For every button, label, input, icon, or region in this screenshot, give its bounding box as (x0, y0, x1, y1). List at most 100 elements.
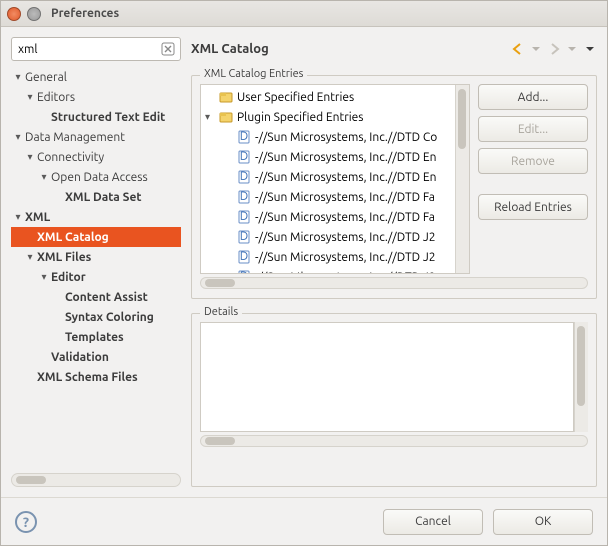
tree-item[interactable]: XML Data Set (11, 187, 181, 207)
tree-item[interactable]: ▾Data Management (11, 127, 181, 147)
tree-item[interactable]: Templates (11, 327, 181, 347)
preferences-window: Preferences ▾General▾EditorsStructured T… (0, 0, 608, 546)
dtd-icon: D (237, 230, 251, 244)
help-icon[interactable]: ? (15, 511, 37, 533)
tree-item[interactable]: Syntax Coloring (11, 307, 181, 327)
entries-buttons: Add... Edit... Remove Reload Entries (478, 84, 588, 274)
tree-item[interactable]: ▾XML (11, 207, 181, 227)
details-group: Details (191, 313, 597, 487)
tree-item-label: Open Data Access (49, 171, 148, 184)
edit-button[interactable]: Edit... (478, 116, 588, 142)
folder-icon (219, 110, 233, 124)
minimize-icon[interactable] (27, 7, 41, 21)
search-input[interactable] (11, 37, 181, 61)
chevron-down-icon: ▾ (25, 251, 35, 263)
right-pane: XML Catalog XML Catalog Entries User Spe… (191, 37, 597, 487)
entries-legend: XML Catalog Entries (200, 68, 307, 80)
svg-text:D: D (240, 270, 248, 273)
dtd-icon: D (237, 170, 251, 184)
close-icon[interactable] (7, 7, 21, 21)
left-pane: ▾General▾EditorsStructured Text Edit▾Dat… (11, 37, 181, 487)
list-item[interactable]: D-//Sun Microsystems, Inc.//DTD Fa (201, 187, 455, 207)
chevron-down-icon: ▾ (25, 151, 35, 163)
reload-entries-button[interactable]: Reload Entries (478, 194, 588, 220)
cancel-button[interactable]: Cancel (383, 509, 483, 535)
details-vscrollbar[interactable] (574, 322, 588, 432)
list-item-label: Plugin Specified Entries (237, 111, 364, 124)
tree-item[interactable]: ▾Editor (11, 267, 181, 287)
svg-text:D: D (240, 230, 248, 243)
list-item[interactable]: D-//Sun Microsystems, Inc.//DTD En (201, 147, 455, 167)
tree-item[interactable]: XML Schema Files (11, 367, 181, 387)
dtd-icon: D (237, 250, 251, 264)
tree-item[interactable]: ▾Connectivity (11, 147, 181, 167)
tree-item[interactable]: Content Assist (11, 287, 181, 307)
tree-item-label: Editor (49, 271, 86, 284)
dtd-icon: D (237, 190, 251, 204)
list-item-label: -//Sun Microsystems, Inc.//DTD Fa (255, 211, 435, 224)
chevron-icon: ▾ (205, 111, 215, 123)
list-item[interactable]: D -//Sun Microsystems, Inc.//DTD J2 (201, 227, 455, 247)
chevron-down-icon: ▾ (13, 211, 23, 223)
svg-text:D: D (240, 130, 248, 143)
folder-icon (219, 90, 233, 104)
list-item-label: -//Sun Microsystems, Inc.//DTD J2 (255, 231, 436, 244)
chevron-down-icon: ▾ (13, 71, 23, 83)
list-item-label: -//Sun Microsystems, Inc.//DTD Co (255, 131, 437, 144)
list-item[interactable]: ▾ Plugin Specified Entries (201, 107, 455, 127)
details-legend: Details (200, 306, 242, 318)
svg-text:D: D (240, 210, 248, 223)
list-item-label: User Specified Entries (237, 91, 354, 104)
back-icon[interactable] (511, 42, 525, 56)
tree-item[interactable]: Structured Text Edit (11, 107, 181, 127)
back-menu-icon[interactable] (529, 42, 543, 56)
tree-item-label: XML Files (35, 251, 91, 264)
tree-item[interactable]: XML Catalog (11, 227, 181, 247)
svg-text:D: D (240, 170, 248, 183)
svg-text:D: D (240, 250, 248, 263)
entries-hscrollbar[interactable] (200, 276, 588, 290)
entries-group: XML Catalog Entries User Specified Entri… (191, 75, 597, 299)
tree-item[interactable]: ▾XML Files (11, 247, 181, 267)
chevron-down-icon: ▾ (39, 171, 49, 183)
dtd-icon: D (237, 210, 251, 224)
tree-item-label: Data Management (23, 131, 125, 144)
tree-item-label: Syntax Coloring (63, 311, 154, 324)
details-hscrollbar[interactable] (200, 434, 588, 448)
forward-menu-icon[interactable] (565, 42, 579, 56)
list-item[interactable]: D -//Sun Microsystems, Inc.//DTD Fa (201, 207, 455, 227)
tree-item[interactable]: ▾Editors (11, 87, 181, 107)
list-item-label: -//Sun Microsystems, Inc.//DTD J2 (255, 251, 436, 264)
tree-item-label: XML (23, 211, 50, 224)
page-nav (511, 42, 597, 56)
tree-item-label: Connectivity (35, 151, 104, 164)
tree-item[interactable]: ▾General (11, 67, 181, 87)
tree-hscrollbar[interactable] (11, 473, 181, 487)
entries-vscrollbar[interactable] (455, 85, 469, 273)
entries-list[interactable]: User Specified Entries ▾ Plugin Specified … (200, 84, 470, 274)
list-item[interactable]: User Specified Entries (201, 87, 455, 107)
list-item[interactable]: D -//Sun Microsystems, Inc.//DTD J2 (201, 247, 455, 267)
remove-button[interactable]: Remove (478, 148, 588, 174)
tree-item-label: XML Schema Files (35, 371, 138, 384)
preference-tree[interactable]: ▾General▾EditorsStructured Text Edit▾Dat… (11, 67, 181, 469)
page-title: XML Catalog (191, 42, 269, 56)
dtd-icon: D (237, 150, 251, 164)
list-item[interactable]: D-//Sun Microsystems, Inc.//DTD J2 (201, 267, 455, 273)
svg-text:D: D (240, 190, 248, 203)
view-menu-icon[interactable] (583, 42, 597, 56)
window-title: Preferences (51, 7, 119, 20)
chevron-down-icon: ▾ (13, 131, 23, 143)
tree-item-label: Validation (49, 351, 109, 364)
tree-item-label: General (23, 71, 67, 84)
tree-item[interactable]: Validation (11, 347, 181, 367)
list-item[interactable]: D-//Sun Microsystems, Inc.//DTD En (201, 167, 455, 187)
add-button[interactable]: Add... (478, 84, 588, 110)
list-item[interactable]: D -//Sun Microsystems, Inc.//DTD Co (201, 127, 455, 147)
ok-button[interactable]: OK (493, 509, 593, 535)
forward-icon[interactable] (547, 42, 561, 56)
tree-item-label: Templates (63, 331, 124, 344)
dialog-body: ▾General▾EditorsStructured Text Edit▾Dat… (1, 27, 607, 497)
tree-item[interactable]: ▾Open Data Access (11, 167, 181, 187)
dtd-icon: D (237, 270, 251, 273)
